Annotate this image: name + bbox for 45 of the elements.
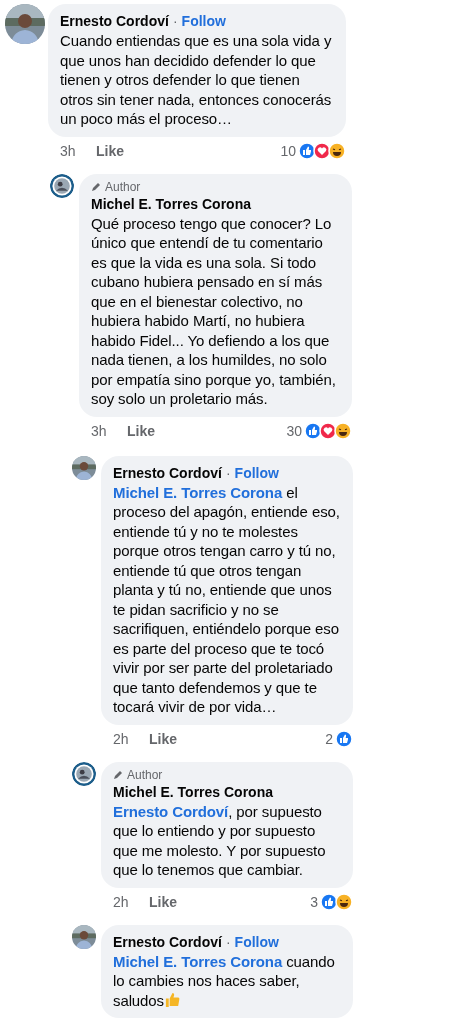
reaction-count[interactable]: 10 — [280, 142, 296, 159]
laughing-reaction-icon — [328, 141, 346, 160]
laughing-reaction-icon — [334, 421, 352, 440]
follow-link[interactable]: Follow — [181, 12, 226, 30]
commenter-name[interactable]: Michel E. Torres Corona — [113, 782, 273, 801]
separator-dot: · — [225, 932, 231, 951]
like-reaction-icon — [335, 729, 353, 748]
mention-link[interactable]: Ernesto Cordoví — [113, 802, 229, 820]
follow-link[interactable]: Follow — [234, 932, 279, 951]
commenter-name[interactable]: Ernesto Cordoví — [113, 463, 222, 482]
like-reaction-icon — [320, 892, 338, 911]
comment-text: Michel E. Torres Corona cuando lo cambies nos haces saber, saludos — [113, 951, 336, 1010]
comment-time: 2h — [113, 730, 130, 747]
reaction-count[interactable]: 30 — [286, 422, 302, 439]
comment-text: Qué proceso tengo que conocer? Lo único que entendí de tu comentario es que la vida es una sola. Si todo cubano hubiera pensado en sí más que en el bienestar colectivo, no hubiera habido Martí, no hubiera habido Fidel... Yo defiendo a los que nada tienen, a los humildes, no solo por empatía sino porque yo, también, soy solo un proletario más. — [91, 213, 337, 409]
separator-dot: · — [225, 463, 231, 482]
comment-text: Cuando entiendas que es una sola vida y que unos han decidido defender lo que tienen y otros defender lo que tienen otros sin tener nada, entonces conocerás un poco más el proceso… — [60, 31, 333, 129]
reaction-count[interactable]: 2 — [325, 730, 333, 747]
mention-link[interactable]: Michel E. Torres Corona — [113, 483, 283, 501]
commenter-name[interactable]: Ernesto Cordoví — [113, 932, 222, 951]
commenter-name[interactable]: Michel E. Torres Corona — [91, 194, 251, 213]
mention-link[interactable]: Michel E. Torres Corona — [113, 952, 283, 970]
separator-dot: · — [172, 12, 178, 30]
like-button[interactable]: Like — [149, 730, 177, 747]
heart-reaction-icon — [313, 141, 331, 160]
like-button[interactable]: Like — [96, 142, 124, 159]
comment-time: 2h — [113, 893, 130, 910]
comment-time: 3h — [91, 422, 108, 439]
heart-reaction-icon — [319, 421, 337, 440]
author-label: Author — [127, 767, 163, 783]
comment-time: 3h — [60, 142, 77, 159]
follow-link[interactable]: Follow — [234, 463, 279, 482]
reaction-count[interactable]: 3 — [310, 893, 318, 910]
author-label: Author — [105, 179, 141, 195]
like-reaction-icon — [298, 141, 316, 160]
laughing-reaction-icon — [335, 892, 353, 911]
like-reaction-icon — [304, 421, 322, 440]
comment-text: Ernesto Cordoví, por supuesto que lo entiendo y por supuesto que me molesto. Y por supuesto que lo tenemos que cambiar. — [113, 801, 327, 880]
comment-text: Michel E. Torres Corona el proceso del apagón, entiende eso, entiende tú y no te molestes porque otros tengan carro y tú no, entiende tú que otros tengan planta y tú no, entiende que unos te pidan sacrificio y no se sacrifiquen, entiéndelo porque eso es parte del proceso que te tocó vivir por ser parte del proletariado que tanto defendemos y que te tocará vivir de por vida… — [113, 482, 341, 717]
like-button[interactable]: Like — [127, 422, 155, 439]
pencil-icon — [113, 770, 123, 780]
like-button[interactable]: Like — [149, 893, 177, 910]
thumbs-up-icon — [164, 990, 181, 1008]
commenter-name[interactable]: Ernesto Cordoví — [60, 12, 169, 30]
pencil-icon — [91, 182, 101, 192]
